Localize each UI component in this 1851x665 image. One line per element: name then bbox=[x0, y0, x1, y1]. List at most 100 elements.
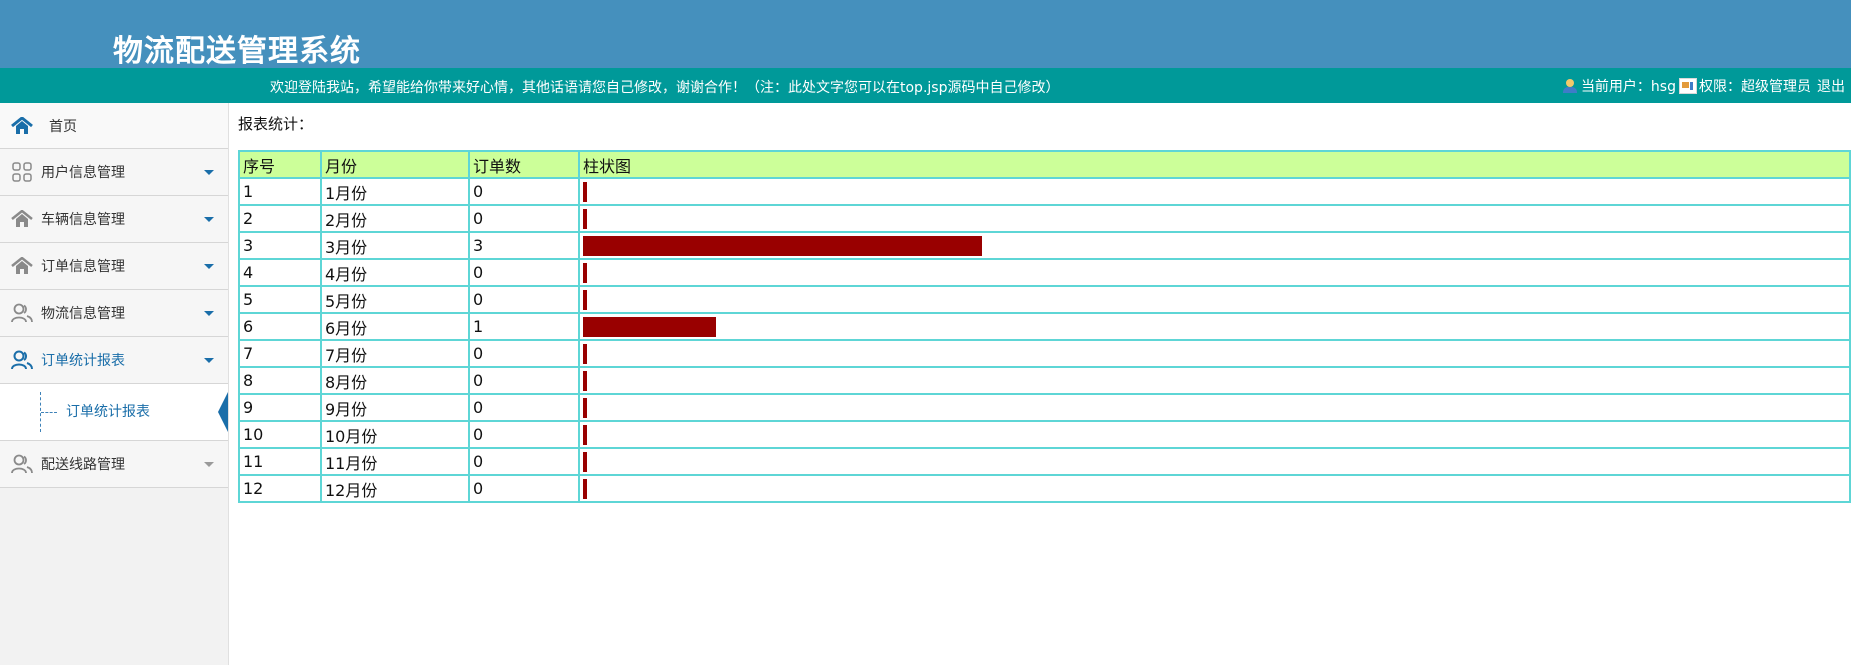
order-count-bar bbox=[583, 181, 587, 202]
order-count-bar bbox=[583, 262, 587, 283]
cell-bar-chart bbox=[578, 312, 1851, 341]
cell-count: 3 bbox=[468, 231, 580, 260]
main-content: 报表统计： 序号 月份 订单数 柱状图 1 1月份 0 2 2月份 0 3 3月份 3 4 4月份 0… bbox=[229, 103, 1851, 665]
cell-count: 0 bbox=[468, 447, 580, 476]
cell-no: 8 bbox=[238, 366, 322, 395]
user-icon bbox=[1562, 79, 1579, 93]
order-count-bar bbox=[583, 397, 587, 418]
column-header-count: 订单数 bbox=[468, 150, 580, 179]
app-title: 物流配送管理系统 bbox=[113, 34, 361, 69]
chevron-down-icon bbox=[204, 217, 214, 222]
order-count-bar bbox=[583, 235, 982, 256]
sidebar-item-order-management[interactable]: 订单信息管理 bbox=[0, 243, 228, 290]
cell-bar-chart bbox=[578, 447, 1851, 476]
cell-month: 5月份 bbox=[320, 285, 470, 314]
cell-no: 7 bbox=[238, 339, 322, 368]
house-icon bbox=[9, 255, 35, 277]
order-count-bar bbox=[583, 478, 587, 499]
table-row: 12 12月份 0 bbox=[238, 474, 1851, 503]
chevron-down-icon bbox=[204, 170, 214, 175]
order-count-bar bbox=[583, 424, 587, 445]
table-row: 5 5月份 0 bbox=[238, 285, 1851, 314]
current-user-label: 当前用户：hsg bbox=[1580, 79, 1676, 95]
sidebar-item-label: 用户信息管理 bbox=[41, 165, 125, 181]
sidebar-item-label: 物流信息管理 bbox=[41, 306, 125, 322]
chevron-down-icon bbox=[204, 264, 214, 269]
cell-month: 8月份 bbox=[320, 366, 470, 395]
page-title: 报表统计： bbox=[238, 115, 314, 133]
sidebar-item-label: 首页 bbox=[49, 118, 77, 135]
permission-label: 权限：超级管理员 bbox=[1699, 79, 1811, 95]
table-row: 2 2月份 0 bbox=[238, 204, 1851, 233]
sidebar-item-route-management[interactable]: 配送线路管理 bbox=[0, 441, 228, 488]
table-row: 1 1月份 0 bbox=[238, 177, 1851, 206]
cell-bar-chart bbox=[578, 177, 1851, 206]
sidebar: 首页 用户信息管理 车辆信息管理 订单信息管理 物流信息管理 订单统计报表 订单… bbox=[0, 103, 229, 665]
table-row: 8 8月份 0 bbox=[238, 366, 1851, 395]
order-count-bar bbox=[583, 343, 587, 364]
cell-no: 6 bbox=[238, 312, 322, 341]
cell-bar-chart bbox=[578, 339, 1851, 368]
cell-month: 6月份 bbox=[320, 312, 470, 341]
cell-no: 1 bbox=[238, 177, 322, 206]
cell-month: 1月份 bbox=[320, 177, 470, 206]
cell-bar-chart bbox=[578, 420, 1851, 449]
cell-month: 3月份 bbox=[320, 231, 470, 260]
sidebar-item-label: 车辆信息管理 bbox=[41, 212, 125, 228]
sidebar-item-order-report[interactable]: 订单统计报表 bbox=[0, 337, 228, 384]
submenu-order-report: 订单统计报表 bbox=[0, 384, 228, 441]
table-row: 3 3月份 3 bbox=[238, 231, 1851, 260]
cell-count: 0 bbox=[468, 474, 580, 503]
sidebar-item-home[interactable]: 首页 bbox=[0, 103, 228, 149]
cell-bar-chart bbox=[578, 204, 1851, 233]
table-row: 11 11月份 0 bbox=[238, 447, 1851, 476]
sidebar-item-vehicle-management[interactable]: 车辆信息管理 bbox=[0, 196, 228, 243]
logout-link[interactable]: 退出 bbox=[1817, 76, 1845, 96]
sidebar-item-user-management[interactable]: 用户信息管理 bbox=[0, 149, 228, 196]
cell-count: 1 bbox=[468, 312, 580, 341]
cell-count: 0 bbox=[468, 177, 580, 206]
order-count-bar bbox=[583, 316, 716, 337]
table-row: 9 9月份 0 bbox=[238, 393, 1851, 422]
order-count-bar bbox=[583, 451, 587, 472]
users-icon bbox=[9, 302, 35, 324]
cell-count: 0 bbox=[468, 393, 580, 422]
table-row: 7 7月份 0 bbox=[238, 339, 1851, 368]
table-row: 6 6月份 1 bbox=[238, 312, 1851, 341]
cell-no: 3 bbox=[238, 231, 322, 260]
users-icon bbox=[9, 453, 35, 475]
cell-bar-chart bbox=[578, 366, 1851, 395]
user-info: 当前用户：hsg 权限：超级管理员 退出 bbox=[1562, 76, 1845, 96]
app-header: 物流配送管理系统 bbox=[0, 0, 1851, 69]
cell-month: 2月份 bbox=[320, 204, 470, 233]
cell-count: 0 bbox=[468, 366, 580, 395]
cell-bar-chart bbox=[578, 231, 1851, 260]
cell-bar-chart bbox=[578, 285, 1851, 314]
cell-bar-chart bbox=[578, 393, 1851, 422]
cell-no: 9 bbox=[238, 393, 322, 422]
sidebar-item-label: 订单统计报表 bbox=[41, 353, 125, 369]
cell-no: 2 bbox=[238, 204, 322, 233]
table-row: 10 10月份 0 bbox=[238, 420, 1851, 449]
order-count-bar bbox=[583, 289, 587, 310]
table-row: 4 4月份 0 bbox=[238, 258, 1851, 287]
cell-bar-chart bbox=[578, 474, 1851, 503]
column-header-month: 月份 bbox=[320, 150, 470, 179]
cell-no: 11 bbox=[238, 447, 322, 476]
column-header-no: 序号 bbox=[238, 150, 322, 179]
sidebar-item-label: 配送线路管理 bbox=[41, 457, 125, 473]
sidebar-item-logistics-management[interactable]: 物流信息管理 bbox=[0, 290, 228, 337]
cell-count: 0 bbox=[468, 258, 580, 287]
cell-month: 4月份 bbox=[320, 258, 470, 287]
house-icon bbox=[9, 208, 35, 230]
cell-no: 10 bbox=[238, 420, 322, 449]
permission-icon bbox=[1679, 78, 1697, 94]
active-pointer-icon bbox=[218, 392, 228, 432]
cell-no: 5 bbox=[238, 285, 322, 314]
cell-month: 10月份 bbox=[320, 420, 470, 449]
submenu-item-order-report[interactable]: 订单统计报表 bbox=[66, 401, 150, 421]
cell-count: 0 bbox=[468, 204, 580, 233]
cell-month: 7月份 bbox=[320, 339, 470, 368]
order-count-bar bbox=[583, 208, 587, 229]
column-header-chart: 柱状图 bbox=[578, 150, 1851, 179]
